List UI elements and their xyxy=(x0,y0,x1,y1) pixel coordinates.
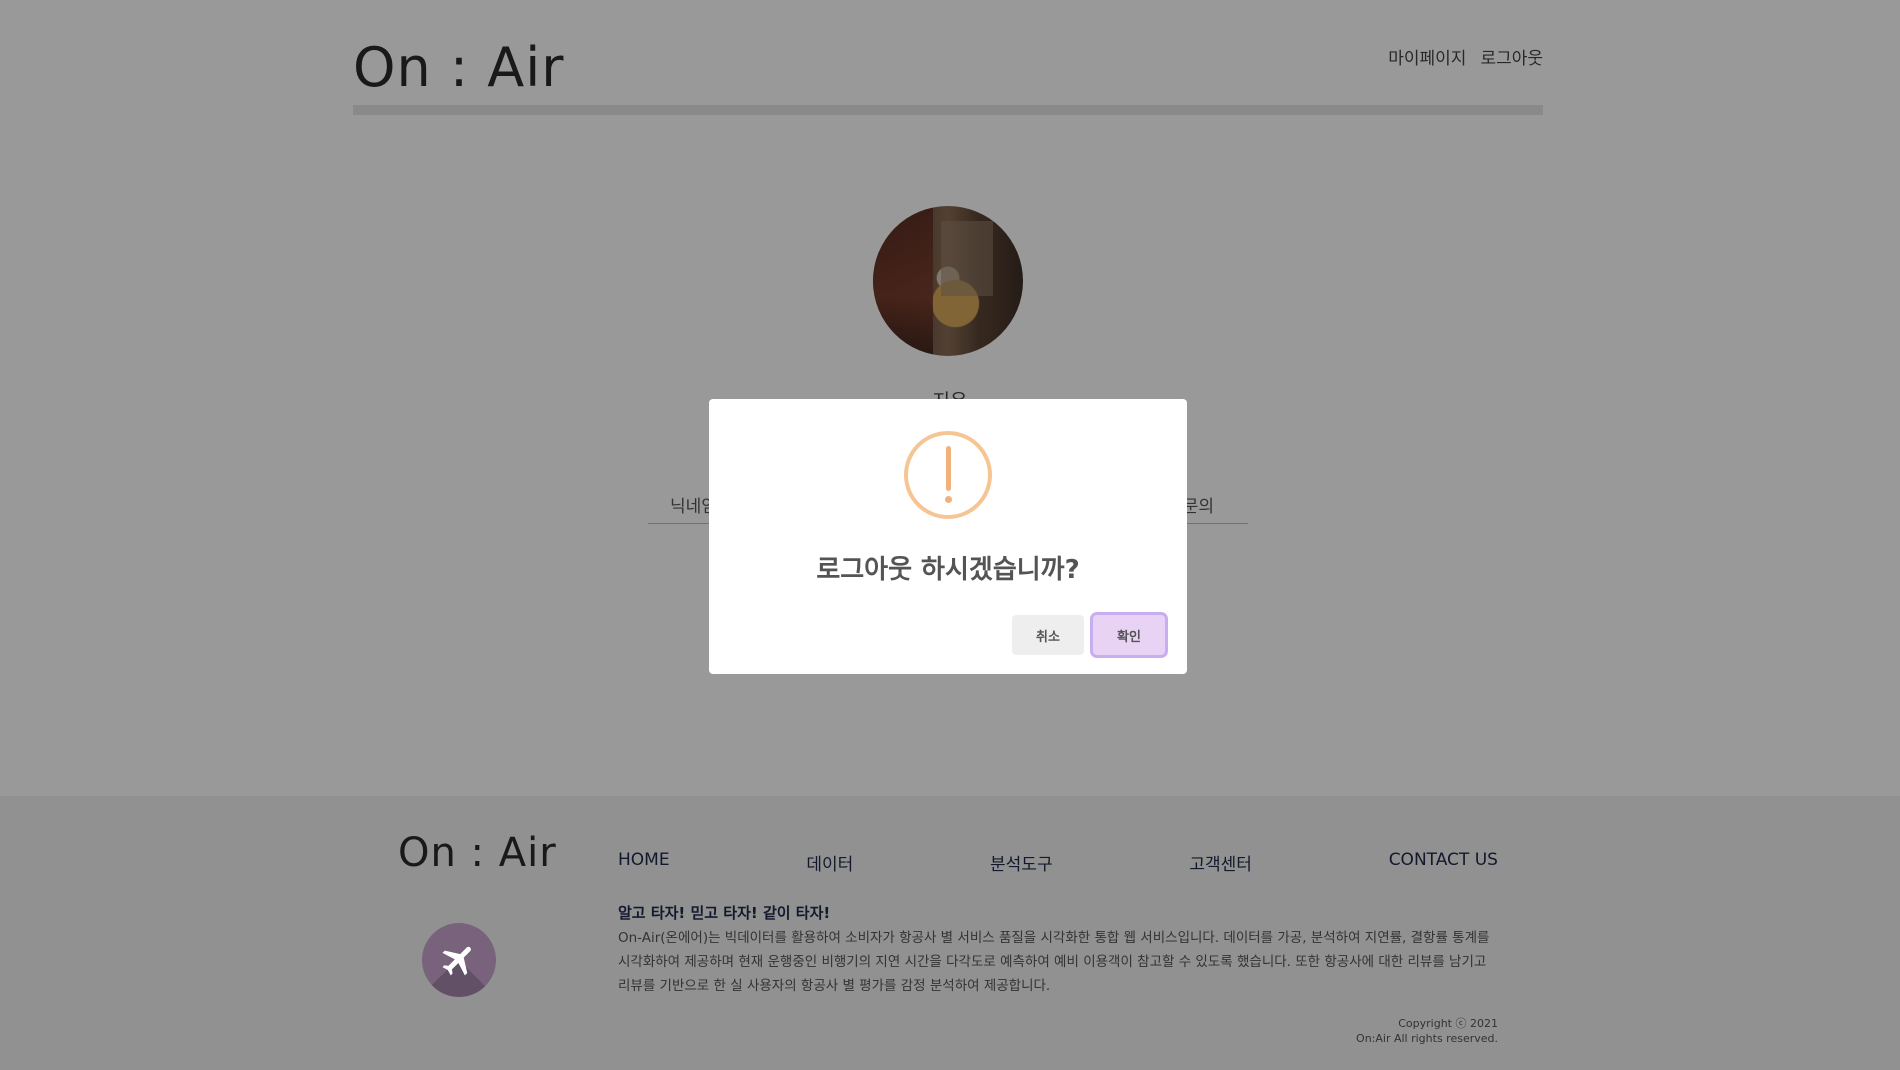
cancel-button[interactable]: 취소 xyxy=(1012,615,1084,655)
exclamation-dot xyxy=(945,496,952,503)
confirm-button[interactable]: 확인 xyxy=(1093,615,1165,655)
dialog-title: 로그아웃 하시겠습니까? xyxy=(816,555,1080,585)
exclamation-bar xyxy=(946,446,951,491)
exclamation-icon xyxy=(904,431,992,519)
airplane-glyph xyxy=(442,946,471,976)
logout-confirm-dialog: 로그아웃 하시겠습니까? 취소 확인 xyxy=(709,399,1187,674)
